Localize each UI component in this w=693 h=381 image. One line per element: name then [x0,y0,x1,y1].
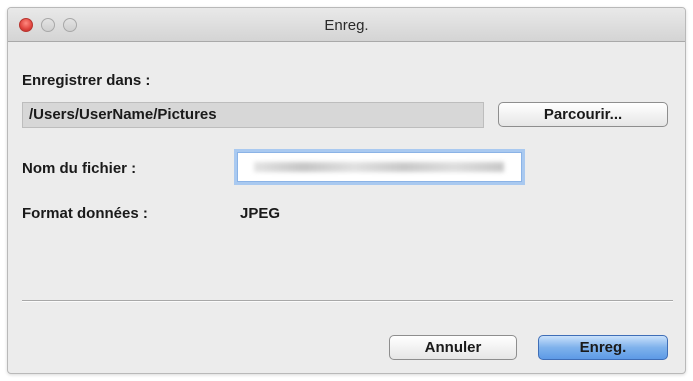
save-button[interactable]: Enreg. [538,335,668,360]
title-bar: Enreg. [8,8,685,42]
data-format-value: JPEG [240,205,281,222]
save-dialog: Enreg. Enregistrer dans : /Users/UserNam… [7,7,686,374]
save-in-label: Enregistrer dans : [22,72,151,89]
separator [22,300,673,302]
file-name-value [254,162,504,172]
data-format-label: Format données : [22,205,148,222]
cancel-button[interactable]: Annuler [389,335,517,360]
window-title: Enreg. [324,17,369,34]
browse-button[interactable]: Parcourir... [498,102,668,127]
save-path-field: /Users/UserName/Pictures [22,102,484,128]
file-name-label: Nom du fichier : [22,160,137,177]
file-name-input[interactable] [237,152,522,182]
